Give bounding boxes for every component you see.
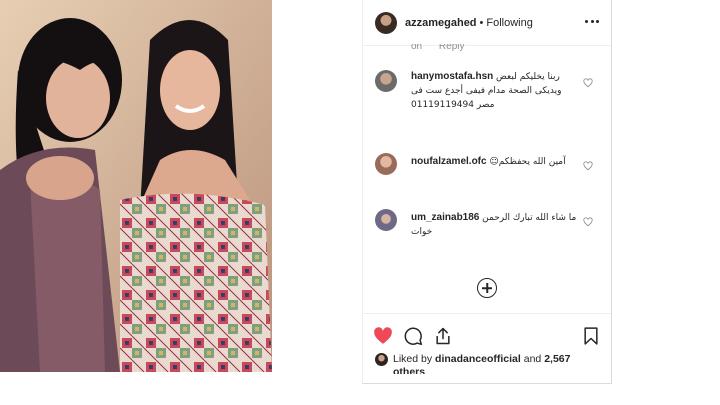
commenter-username[interactable]: um_zainab186 — [411, 212, 479, 223]
liker-username[interactable]: dinadanceofficial — [435, 353, 521, 365]
liker-avatar[interactable] — [375, 353, 388, 366]
clipped-timestamp: on — [411, 44, 423, 52]
comment-like-heart-icon[interactable] — [583, 78, 593, 88]
comment-body: hanymostafa.hsn ربنا يخليكم لبعض ويديكى … — [411, 70, 581, 112]
follow-status-button[interactable]: Following — [486, 17, 532, 29]
commenter-avatar[interactable] — [375, 70, 397, 92]
comment-text: ☺آمين الله يحفظكم — [489, 157, 566, 167]
likes-text: Liked by dinadanceofficial and 2,567 oth… — [393, 353, 601, 374]
clipped-reply-link[interactable]: Reply — [439, 44, 465, 52]
likes-summary: Liked by dinadanceofficial and 2,567 oth… — [375, 353, 601, 374]
more-horizontal-icon[interactable] — [585, 14, 599, 28]
header-separator-dot: • — [479, 16, 484, 29]
load-more-comments-icon[interactable] — [477, 278, 497, 298]
post-side-panel: azzamegahed • Following on Reply hanymos… — [362, 0, 612, 384]
commenter-avatar[interactable] — [375, 153, 397, 175]
comment-body: noufalzamel.ofc ☺آمين الله يحفظكم — [411, 155, 581, 169]
author-avatar[interactable] — [375, 11, 397, 34]
commenter-avatar[interactable] — [375, 209, 397, 231]
post-actions-bar — [363, 313, 611, 353]
header-text: azzamegahed • Following — [405, 17, 533, 29]
comment-body: um_zainab186 ما شاء الله تبارك الرحمن خو… — [411, 211, 581, 239]
bookmark-icon[interactable] — [581, 326, 601, 346]
share-arrow-icon[interactable] — [433, 326, 453, 346]
comment-like-heart-icon[interactable] — [583, 217, 593, 227]
commenter-username[interactable]: hanymostafa.hsn — [411, 71, 493, 82]
comment-like-heart-icon[interactable] — [583, 161, 593, 171]
likes-and: and — [523, 353, 542, 365]
comment-bubble-icon[interactable] — [403, 326, 423, 346]
likes-prefix: Liked by — [393, 353, 433, 365]
post-header: azzamegahed • Following — [363, 0, 611, 46]
post-photo[interactable] — [0, 0, 272, 372]
author-username[interactable]: azzamegahed — [405, 17, 477, 29]
clipped-reply-line: on Reply — [411, 44, 478, 52]
heart-filled-icon[interactable] — [373, 326, 393, 346]
post-image-illustration — [0, 0, 272, 372]
commenter-username[interactable]: noufalzamel.ofc — [411, 156, 487, 167]
